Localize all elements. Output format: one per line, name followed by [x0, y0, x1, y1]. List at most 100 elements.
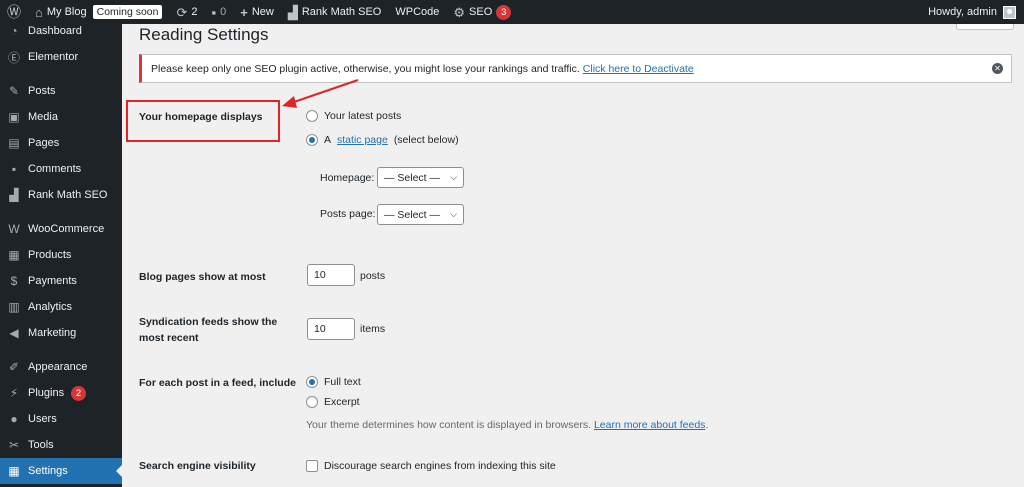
sidebar-item-comments[interactable]: ▪ Comments [0, 156, 122, 182]
sidebar-item-woocommerce[interactable]: W WooCommerce [0, 216, 122, 242]
chart-icon: ▟ [9, 188, 19, 202]
rank-math-label: Rank Math SEO [301, 6, 382, 18]
chart-icon: ▟ [287, 4, 298, 20]
learn-more-feeds-link[interactable]: Learn more about feeds [594, 419, 706, 431]
rank-math-link[interactable]: ▟ Rank Math SEO [281, 0, 388, 24]
updates-link[interactable]: ⟳ 2 [169, 0, 204, 24]
sidebar-item-users[interactable]: ● Users [0, 406, 122, 432]
sidebar-item-label: Dashboard [28, 25, 82, 37]
sidebar-item-label: Analytics [28, 301, 73, 313]
blog-pages-label: Blog pages show at most [139, 271, 266, 283]
posts-per-page-input[interactable]: 10 [307, 264, 355, 286]
new-label: New [251, 6, 274, 18]
feed-content-label: For each post in a feed, include [139, 377, 296, 389]
homepage-select[interactable]: — Select — ⌵ [377, 167, 464, 188]
sidebar-item-plugins[interactable]: ⚡ Plugins 2 [0, 380, 122, 406]
posts-page-select[interactable]: — Select — ⌵ [377, 204, 464, 225]
updates-count: 2 [191, 6, 198, 18]
deactivate-link[interactable]: Click here to Deactivate [583, 63, 694, 75]
page-title: Reading Settings [139, 25, 269, 44]
updates-icon: ⟳ [176, 4, 188, 20]
close-icon[interactable]: ✕ [992, 63, 1003, 74]
comments-link[interactable]: ▪ 0 [205, 0, 234, 24]
sidebar-item-label: Comments [28, 163, 82, 175]
sidebar-item-appearance[interactable]: ✐ Appearance [0, 354, 122, 380]
discourage-search-label: Discourage search engines from indexing … [324, 460, 556, 472]
syndication-label-line2: most recent [139, 332, 199, 344]
sidebar-item-label: Rank Math SEO [28, 189, 108, 201]
sidebar-item-label: Pages [28, 137, 60, 149]
comment-icon: ▪ [211, 4, 217, 20]
latest-posts-option[interactable]: Your latest posts [306, 110, 401, 122]
static-page-suffix: (select below) [393, 134, 459, 146]
wpcode-label: WPCode [395, 6, 440, 18]
annotation-highlight-box [126, 100, 280, 142]
sidebar-item-label: Tools [28, 439, 54, 451]
new-content-link[interactable]: + New [233, 0, 281, 24]
sidebar-item-posts[interactable]: ✎ Posts [0, 78, 122, 104]
sidebar-item-analytics[interactable]: ▥ Analytics [0, 294, 122, 320]
sidebar-item-label: Elementor [28, 51, 79, 63]
sidebar-item-products[interactable]: ▦ Products [0, 242, 122, 268]
wpcode-link[interactable]: WPCode [388, 0, 446, 24]
analytics-icon: ▥ [8, 300, 20, 314]
feed-items-input[interactable]: 10 [307, 318, 355, 340]
full-text-option[interactable]: Full text [306, 376, 361, 388]
seo-notice: Please keep only one SEO plugin active, … [139, 54, 1012, 83]
sidebar-item-elementor[interactable]: Ⓔ Elementor [0, 44, 122, 70]
discourage-search-option[interactable]: Discourage search engines from indexing … [306, 460, 556, 472]
chevron-down-icon: ⌵ [450, 209, 457, 219]
sidebar-item-payments[interactable]: $ Payments [0, 268, 122, 294]
megaphone-icon: ◀ [9, 326, 19, 340]
wordpress-logo-button[interactable]: Ⓦ [0, 0, 28, 24]
sidebar-item-marketing[interactable]: ◀ Marketing [0, 320, 122, 346]
sidebar-item-label: Posts [28, 85, 56, 97]
wordpress-icon: Ⓦ [7, 4, 21, 20]
latest-posts-radio[interactable] [306, 110, 318, 122]
admin-bar: Ⓦ ⌂ My Blog Coming soon ⟳ 2 ▪ 0 + New ▟ … [0, 0, 1024, 24]
woocommerce-icon: W [8, 222, 20, 236]
pin-icon: ✎ [8, 84, 20, 98]
sidebar-item-tools[interactable]: ✂ Tools [0, 432, 122, 458]
static-page-option[interactable]: A static page (select below) [306, 134, 459, 146]
avatar [1003, 5, 1016, 19]
full-text-radio[interactable] [306, 376, 318, 388]
sidebar-item-pages[interactable]: ▤ Pages [0, 130, 122, 156]
seo-link[interactable]: ⚙ SEO 3 [446, 0, 518, 24]
sidebar-item-label: Payments [28, 275, 77, 287]
sidebar-item-settings[interactable]: ▦ Settings [0, 458, 122, 484]
comment-icon: ▪ [11, 162, 17, 176]
excerpt-radio[interactable] [306, 396, 318, 408]
homepage-select-label: Homepage: [320, 172, 375, 184]
static-page-prefix: A [324, 134, 332, 146]
wrench-icon: ✂ [8, 438, 20, 452]
sidebar-item-label: Media [28, 111, 58, 123]
site-name: My Blog [46, 6, 87, 18]
plus-icon: + [240, 4, 248, 20]
posts-suffix: posts [360, 270, 386, 282]
excerpt-option[interactable]: Excerpt [306, 396, 360, 408]
user-icon: ● [10, 412, 18, 426]
site-name-link[interactable]: ⌂ My Blog Coming soon [28, 0, 169, 24]
items-suffix: items [360, 323, 386, 335]
sidebar-item-media[interactable]: ▣ Media [0, 104, 122, 130]
coming-soon-badge[interactable]: Coming soon [92, 5, 163, 19]
my-account-link[interactable]: Howdy, admin [928, 5, 1024, 19]
search-visibility-label: Search engine visibility [139, 460, 256, 472]
sidebar-item-rank-math-seo[interactable]: ▟ Rank Math SEO [0, 182, 122, 208]
products-icon: ▦ [8, 248, 20, 262]
admin-menu: ◔ Dashboard Ⓔ Elementor ✎ Posts ▣ Media ▤ Pages ▪ C… [0, 24, 122, 487]
dashboard-icon: ◔ [10, 24, 18, 38]
static-page-link[interactable]: static page [337, 134, 388, 146]
sidebar-item-label: WooCommerce [28, 223, 105, 235]
notice-text: Please keep only one SEO plugin active, … [151, 62, 580, 75]
feed-description-text: Your theme determines how content is dis… [306, 419, 592, 431]
static-page-radio[interactable] [306, 134, 318, 146]
payments-icon: $ [10, 274, 18, 288]
brush-icon: ✐ [8, 360, 20, 374]
homepage-select-value: — Select — [384, 171, 441, 184]
syndication-label-line1: Syndication feeds show the [139, 316, 278, 328]
feed-description: Your theme determines how content is dis… [306, 419, 709, 431]
seo-gear-icon: ⚙ [453, 4, 466, 20]
discourage-search-checkbox[interactable] [306, 460, 318, 472]
